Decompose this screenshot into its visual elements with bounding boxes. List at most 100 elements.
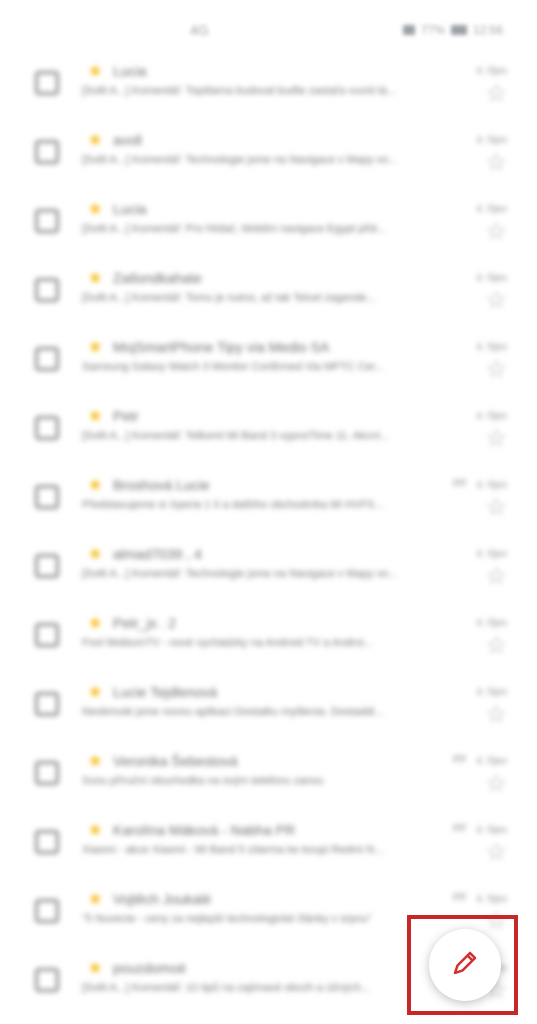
email-row[interactable]: ★ avoll 4. říjen [Svět A...] Komentář: Tech… — [0, 121, 537, 190]
email-snippet: Fool MobiumTV - nové vychádzky na Androi… — [82, 637, 373, 649]
star-toggle-icon[interactable]: ☆ — [485, 358, 507, 382]
email-sender: Petr — [113, 408, 139, 424]
email-time: 4. říjen — [476, 342, 507, 353]
select-checkbox[interactable] — [35, 278, 59, 302]
email-badge: PF — [452, 754, 467, 766]
select-checkbox[interactable] — [35, 347, 59, 371]
important-star-icon: ★ — [88, 201, 103, 218]
email-time: 4. říjen — [476, 480, 507, 491]
email-row[interactable]: ★ almad7039 , 4 4. říjen [Svět A...] Koment… — [0, 535, 537, 604]
email-time: 4. říjen — [476, 687, 507, 698]
compose-button[interactable] — [429, 929, 501, 1001]
email-snippet: Představujeme si Xperia 1 II a dalšího o… — [82, 499, 384, 511]
email-list: ★ Lucia 4. říjen [Svět A...] Komentář: Topš… — [0, 52, 537, 1024]
email-time: 4. říjen — [476, 135, 507, 146]
email-row[interactable]: ★ Lucie Tejdlenová 4. říjen Neobmuté jsme n… — [0, 673, 537, 742]
email-time: 4. říjen — [476, 273, 507, 284]
important-star-icon: ★ — [88, 615, 103, 632]
select-checkbox[interactable] — [35, 968, 59, 992]
important-star-icon: ★ — [88, 891, 103, 908]
network-indicator: 4G — [190, 22, 209, 38]
email-snippet: [Svět A...] Komentář: Technologie jsme n… — [82, 154, 398, 166]
star-toggle-icon[interactable]: ☆ — [485, 496, 507, 520]
email-badge: PF — [452, 892, 467, 904]
status-icons: 77% 12:56 — [402, 23, 503, 37]
email-row[interactable]: ★ Karolína Máková - Nabha PR PF 4. říjen Xia… — [0, 811, 537, 880]
email-time: 4. říjen — [476, 549, 507, 560]
important-star-icon: ★ — [88, 546, 103, 563]
email-sender: Petr_js . 2 — [113, 615, 177, 631]
email-badge: PF — [452, 478, 467, 490]
clock: 12:56 — [472, 23, 503, 37]
email-sender: avoll — [113, 132, 142, 148]
email-snippet: [Svět A...] Komentář: Topšlama budoval b… — [82, 85, 396, 97]
email-row[interactable]: ★ Lucia 4. říjen [Svět A...] Komentář: Pro … — [0, 190, 537, 259]
star-toggle-icon[interactable]: ☆ — [485, 151, 507, 175]
email-badge: PF — [452, 823, 467, 835]
important-star-icon: ★ — [88, 132, 103, 149]
email-snippet: Samsung Galaxy Watch 3 Monitor Confirmed… — [82, 361, 384, 373]
email-time: 4. říjen — [476, 618, 507, 629]
email-snippet: [Svět A...] Komentář: Tomu je nutno, až … — [82, 292, 376, 304]
important-star-icon: ★ — [88, 63, 103, 80]
select-checkbox[interactable] — [35, 623, 59, 647]
email-time: 4. říjen — [476, 894, 507, 905]
battery-percent: 77% — [420, 23, 445, 37]
select-checkbox[interactable] — [35, 761, 59, 785]
status-bar: 4G 77% 12:56 — [0, 0, 537, 60]
important-star-icon: ★ — [88, 684, 103, 701]
email-sender: MojSmartPhone Tipy via Medio SA — [113, 339, 330, 355]
email-sender: Broshová Lucie — [113, 477, 210, 493]
email-row[interactable]: ★ MojSmartPhone Tipy via Medio SA 4. říjen… — [0, 328, 537, 397]
star-toggle-icon[interactable]: ☆ — [485, 703, 507, 727]
select-checkbox[interactable] — [35, 485, 59, 509]
pencil-icon — [450, 948, 480, 983]
important-star-icon: ★ — [88, 822, 103, 839]
star-toggle-icon[interactable]: ☆ — [485, 427, 507, 451]
email-sender: Zatlondkahate — [113, 270, 202, 286]
important-star-icon: ★ — [88, 408, 103, 425]
star-toggle-icon[interactable]: ☆ — [485, 565, 507, 589]
important-star-icon: ★ — [88, 477, 103, 494]
email-row[interactable]: ★ Veronika Šebestová PF 4. říjen Svou příruč… — [0, 742, 537, 811]
select-checkbox[interactable] — [35, 692, 59, 716]
star-toggle-icon[interactable]: ☆ — [485, 289, 507, 313]
email-row[interactable]: ★ Petr 4. říjen [Svět A...] Komentář: Telko… — [0, 397, 537, 466]
email-row[interactable]: ★ Lucia 4. říjen [Svět A...] Komentář: Topš… — [0, 52, 537, 121]
email-sender: Lucia — [113, 63, 147, 79]
email-snippet: [Svět A...] Komentář: Technologie jsme n… — [82, 568, 398, 580]
star-toggle-icon[interactable]: ☆ — [485, 841, 507, 865]
select-checkbox[interactable] — [35, 554, 59, 578]
email-row[interactable]: ★ Zatlondkahate 4. říjen [Svět A...] Koment… — [0, 259, 537, 328]
battery-icon — [450, 25, 467, 35]
select-checkbox[interactable] — [35, 209, 59, 233]
important-star-icon: ★ — [88, 960, 103, 977]
email-row[interactable]: ★ Broshová Lucie PF 4. říjen Představujeme s… — [0, 466, 537, 535]
star-toggle-icon[interactable]: ☆ — [485, 772, 507, 796]
star-toggle-icon[interactable]: ☆ — [485, 220, 507, 244]
select-checkbox[interactable] — [35, 830, 59, 854]
select-checkbox[interactable] — [35, 899, 59, 923]
important-star-icon: ★ — [88, 270, 103, 287]
email-sender: almad7039 , 4 — [113, 546, 202, 562]
email-sender: pouzdomoé — [113, 960, 187, 976]
email-sender: Lucia — [113, 201, 147, 217]
email-snippet: [Svět A...] Komentář: Telkomt Mi Band 3 … — [82, 430, 390, 442]
email-row[interactable]: ★ Petr_js . 2 4. říjen Fool MobiumTV - nové… — [0, 604, 537, 673]
important-star-icon: ★ — [88, 339, 103, 356]
email-sender: Veronika Šebestová — [113, 753, 238, 769]
email-sender: Vojtěch Joukalé — [113, 891, 212, 907]
email-snippet: [Svět A...] Komentář: Pro hlídač, Mobiln… — [82, 223, 386, 235]
star-toggle-icon[interactable]: ☆ — [485, 634, 507, 658]
email-sender: Karolína Máková - Nabha PR — [113, 822, 296, 838]
select-checkbox[interactable] — [35, 416, 59, 440]
email-time: 4. říjen — [476, 756, 507, 767]
email-time: 4. říjen — [476, 825, 507, 836]
email-snippet: Xiaomi - akce Xiaomi - Mi Band 5 zdarma … — [82, 844, 384, 856]
email-time: 4. říjen — [476, 66, 507, 77]
select-checkbox[interactable] — [35, 140, 59, 164]
email-snippet: Neobmuté jsme novou aplikaci Dostatku my… — [82, 706, 384, 718]
email-time: 4. říjen — [476, 204, 507, 215]
select-checkbox[interactable] — [35, 71, 59, 95]
star-toggle-icon[interactable]: ☆ — [485, 82, 507, 106]
